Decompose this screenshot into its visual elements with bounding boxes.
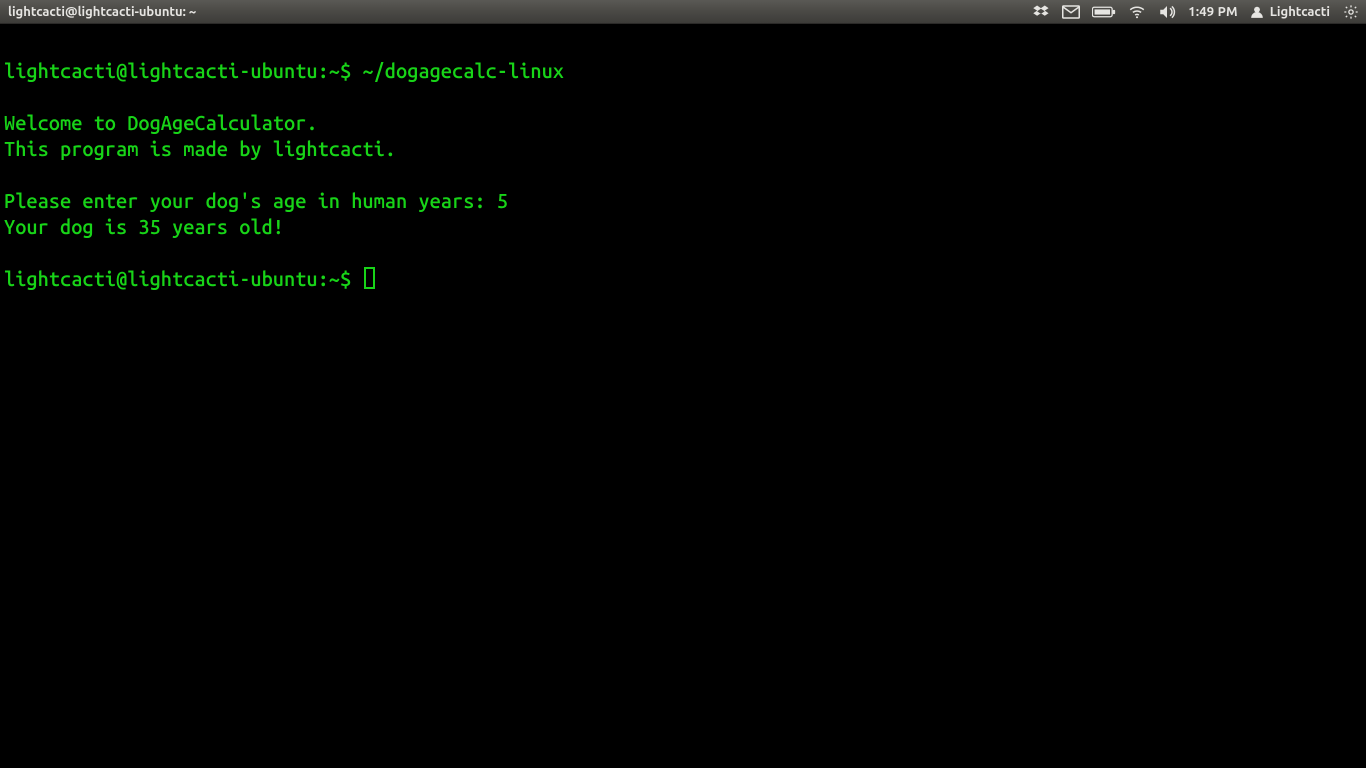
terminal-line: [4, 85, 15, 108]
window-title: lightcacti@lightcacti-ubuntu: ~: [8, 5, 196, 19]
terminal-line: lightcacti@lightcacti-ubuntu:~$: [4, 267, 375, 290]
shell-command: ~/dogagecalc-linux: [362, 59, 564, 82]
volume-icon[interactable]: [1158, 3, 1176, 21]
user-input: 5: [497, 189, 508, 212]
settings-gear-icon[interactable]: [1342, 3, 1360, 21]
terminal-output: Your dog is 35 years old!: [4, 215, 284, 238]
terminal-line: [4, 163, 15, 186]
cursor: [364, 267, 375, 289]
program-prompt: Please enter your dog's age in human yea…: [4, 189, 497, 212]
menu-bar: lightcacti@lightcacti-ubuntu: ~: [0, 0, 1366, 24]
shell-prompt: lightcacti@lightcacti-ubuntu:~$: [4, 59, 362, 82]
dropbox-icon[interactable]: [1032, 3, 1050, 21]
shell-prompt: lightcacti@lightcacti-ubuntu:~$: [4, 267, 362, 290]
terminal-output: This program is made by lightcacti.: [4, 137, 396, 160]
mail-icon[interactable]: [1062, 3, 1080, 21]
terminal-line: [4, 241, 15, 264]
user-menu[interactable]: Lightcacti: [1250, 5, 1330, 19]
terminal-line: lightcacti@lightcacti-ubuntu:~$ ~/dogage…: [4, 59, 564, 82]
terminal[interactable]: lightcacti@lightcacti-ubuntu:~$ ~/dogage…: [0, 24, 1366, 768]
clock[interactable]: 1:49 PM: [1188, 5, 1237, 19]
user-icon: [1250, 5, 1264, 19]
battery-icon[interactable]: [1092, 3, 1116, 21]
terminal-output: Welcome to DogAgeCalculator.: [4, 111, 318, 134]
terminal-line: Please enter your dog's age in human yea…: [4, 189, 508, 212]
system-tray: 1:49 PM Lightcacti: [1032, 3, 1360, 21]
wifi-icon[interactable]: [1128, 3, 1146, 21]
user-name: Lightcacti: [1270, 5, 1330, 19]
